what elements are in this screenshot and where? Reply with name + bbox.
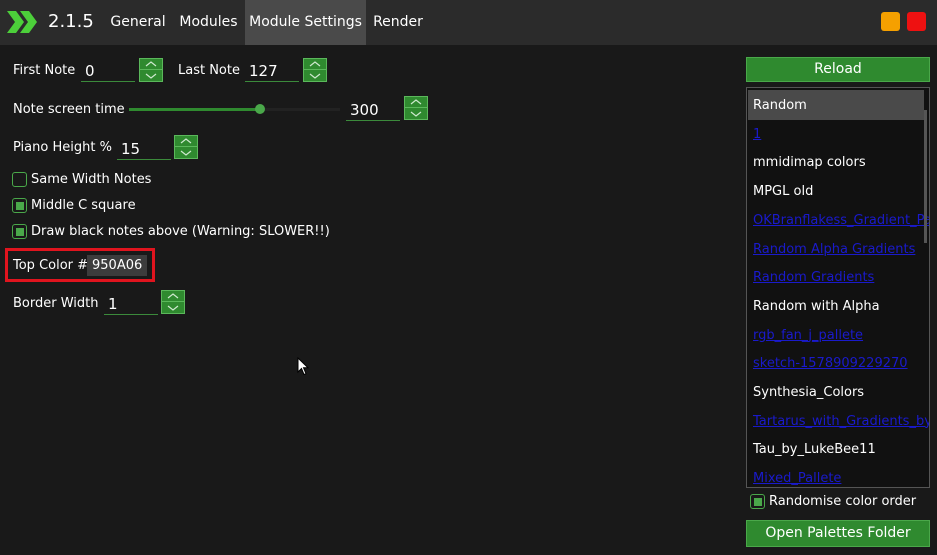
decrement-icon[interactable] [303,70,327,82]
reload-button[interactable]: Reload [746,57,930,82]
increment-icon[interactable] [303,58,327,70]
increment-icon[interactable] [161,290,185,302]
piano-height-label: Piano Height % [13,140,112,155]
decrement-icon[interactable] [174,147,198,159]
increment-icon[interactable] [174,135,198,147]
first-note-label: First Note [13,63,76,78]
piano-height-stepper[interactable] [174,135,198,159]
slider-fill [129,108,260,111]
palette-list-item[interactable]: rgb_fan_j_pallete [753,328,863,343]
palette-list-item[interactable]: sketch-1578909229270 [753,356,908,371]
checkbox-box[interactable] [12,172,27,187]
palette-list-item[interactable]: Random Gradients [753,270,874,285]
note-screen-time-label: Note screen time [13,102,125,117]
piano-height-input[interactable]: 15 [117,138,171,160]
middle-c-square-label: Middle C square [31,198,136,213]
palette-list[interactable]: Random 1 mmidimap colors MPGL old OKBranflak… [746,87,930,488]
tab-render[interactable]: Render [366,0,430,45]
palette-list-item[interactable]: MPGL old [753,184,813,199]
same-width-notes-label: Same Width Notes [31,172,152,187]
border-width-label: Border Width [13,296,99,311]
palette-list-item[interactable]: Random Alpha Gradients [753,242,915,257]
first-note-input[interactable]: 0 [81,60,135,82]
palette-list-item[interactable]: 1 [753,127,761,142]
decrement-icon[interactable] [139,70,163,82]
top-bar: 2.1.5 General Modules Module Settings Re… [0,0,937,45]
palette-list-item[interactable]: Mixed_Pallete [753,471,841,486]
palette-list-item[interactable]: Synthesia_Colors [753,385,864,400]
slider-thumb[interactable] [254,104,265,114]
palette-list-item[interactable]: Tau_by_LukeBee11 [753,442,876,457]
tab-module-settings[interactable]: Module Settings [245,0,366,45]
increment-icon[interactable] [139,58,163,70]
top-color-input[interactable]: 950A06 [87,255,147,276]
note-screen-time-input[interactable]: 300 [346,99,400,121]
checkbox-box[interactable] [750,494,765,509]
app-logo-icon [7,11,37,33]
app-version: 2.1.5 [48,11,94,32]
randomise-color-order-checkbox[interactable]: Randomise color order [750,494,916,509]
palette-list-item[interactable]: Tartarus_with_Gradients_by_I [753,414,929,429]
palette-list-item[interactable]: Random with Alpha [753,299,880,314]
border-width-input[interactable]: 1 [104,293,158,315]
last-note-input[interactable]: 127 [245,60,299,82]
minimize-button[interactable] [881,12,900,31]
mouse-cursor-icon [297,357,309,376]
note-screen-time-slider[interactable] [129,104,340,114]
palette-list-item[interactable]: Random [753,98,807,113]
decrement-icon[interactable] [404,108,428,120]
decrement-icon[interactable] [161,302,185,314]
border-width-stepper[interactable] [161,290,185,314]
top-color-label: Top Color # [13,258,89,273]
last-note-stepper[interactable] [303,58,327,82]
checkbox-box[interactable] [12,224,27,239]
palette-list-item[interactable]: mmidimap colors [753,155,866,170]
close-button[interactable] [907,12,926,31]
randomise-color-order-label: Randomise color order [769,494,917,509]
increment-icon[interactable] [404,96,428,108]
open-palettes-folder-button[interactable]: Open Palettes Folder [746,520,930,547]
draw-black-notes-above-checkbox[interactable]: Draw black notes above (Warning: SLOWER!… [12,224,330,239]
middle-c-square-checkbox[interactable]: Middle C square [12,198,136,213]
note-screen-time-stepper[interactable] [404,96,428,120]
tab-modules[interactable]: Modules [172,0,245,45]
draw-black-notes-above-label: Draw black notes above (Warning: SLOWER!… [31,224,330,239]
palette-list-scrollbar[interactable] [924,110,927,243]
same-width-notes-checkbox[interactable]: Same Width Notes [12,172,151,187]
last-note-label: Last Note [178,63,240,78]
tab-general[interactable]: General [104,0,172,45]
checkbox-box[interactable] [12,198,27,213]
palette-list-item[interactable]: OKBranflakess_Gradient_Pal [753,213,929,228]
first-note-stepper[interactable] [139,58,163,82]
